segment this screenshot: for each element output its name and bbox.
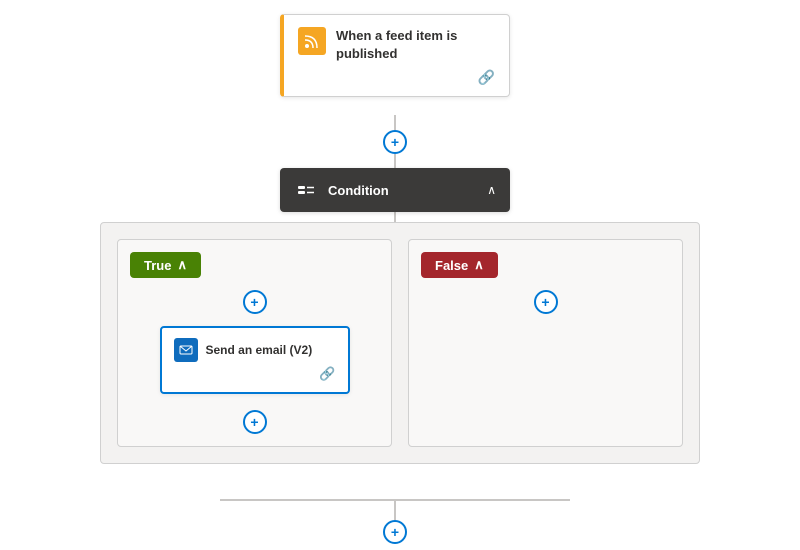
trigger-link-icon: 🔗 <box>478 69 495 86</box>
flow-canvas: When a feed item is published 🔗 + Condit… <box>0 0 800 550</box>
false-branch-label[interactable]: False ∧ <box>421 252 498 278</box>
false-chevron-icon: ∧ <box>474 257 484 273</box>
branch-container: True ∧ + Send an email <box>100 222 700 464</box>
true-chevron-icon: ∧ <box>177 257 187 273</box>
feed-icon <box>298 27 326 55</box>
true-branch-panel: True ∧ + Send an email <box>117 239 392 447</box>
email-link-icon: 🔗 <box>174 366 336 382</box>
false-branch-panel: False ∧ + <box>408 239 683 447</box>
condition-chevron: ∧ <box>487 183 496 197</box>
add-false-step-button[interactable]: + <box>534 290 558 314</box>
condition-card[interactable]: Condition ∧ <box>280 168 510 212</box>
true-branch-label[interactable]: True ∧ <box>130 252 201 278</box>
email-action-card[interactable]: Send an email (V2) 🔗 <box>160 326 350 394</box>
condition-icon <box>294 178 318 202</box>
add-true-step-bottom-button[interactable]: + <box>243 410 267 434</box>
email-icon <box>174 338 198 362</box>
trigger-card[interactable]: When a feed item is published 🔗 <box>280 14 510 97</box>
add-step-button-1[interactable]: + <box>383 130 407 154</box>
add-true-step-button[interactable]: + <box>243 290 267 314</box>
trigger-title: When a feed item is published <box>336 27 495 63</box>
condition-title: Condition <box>328 183 477 198</box>
email-title: Send an email (V2) <box>206 343 313 357</box>
add-final-step-button[interactable]: + <box>383 520 407 544</box>
